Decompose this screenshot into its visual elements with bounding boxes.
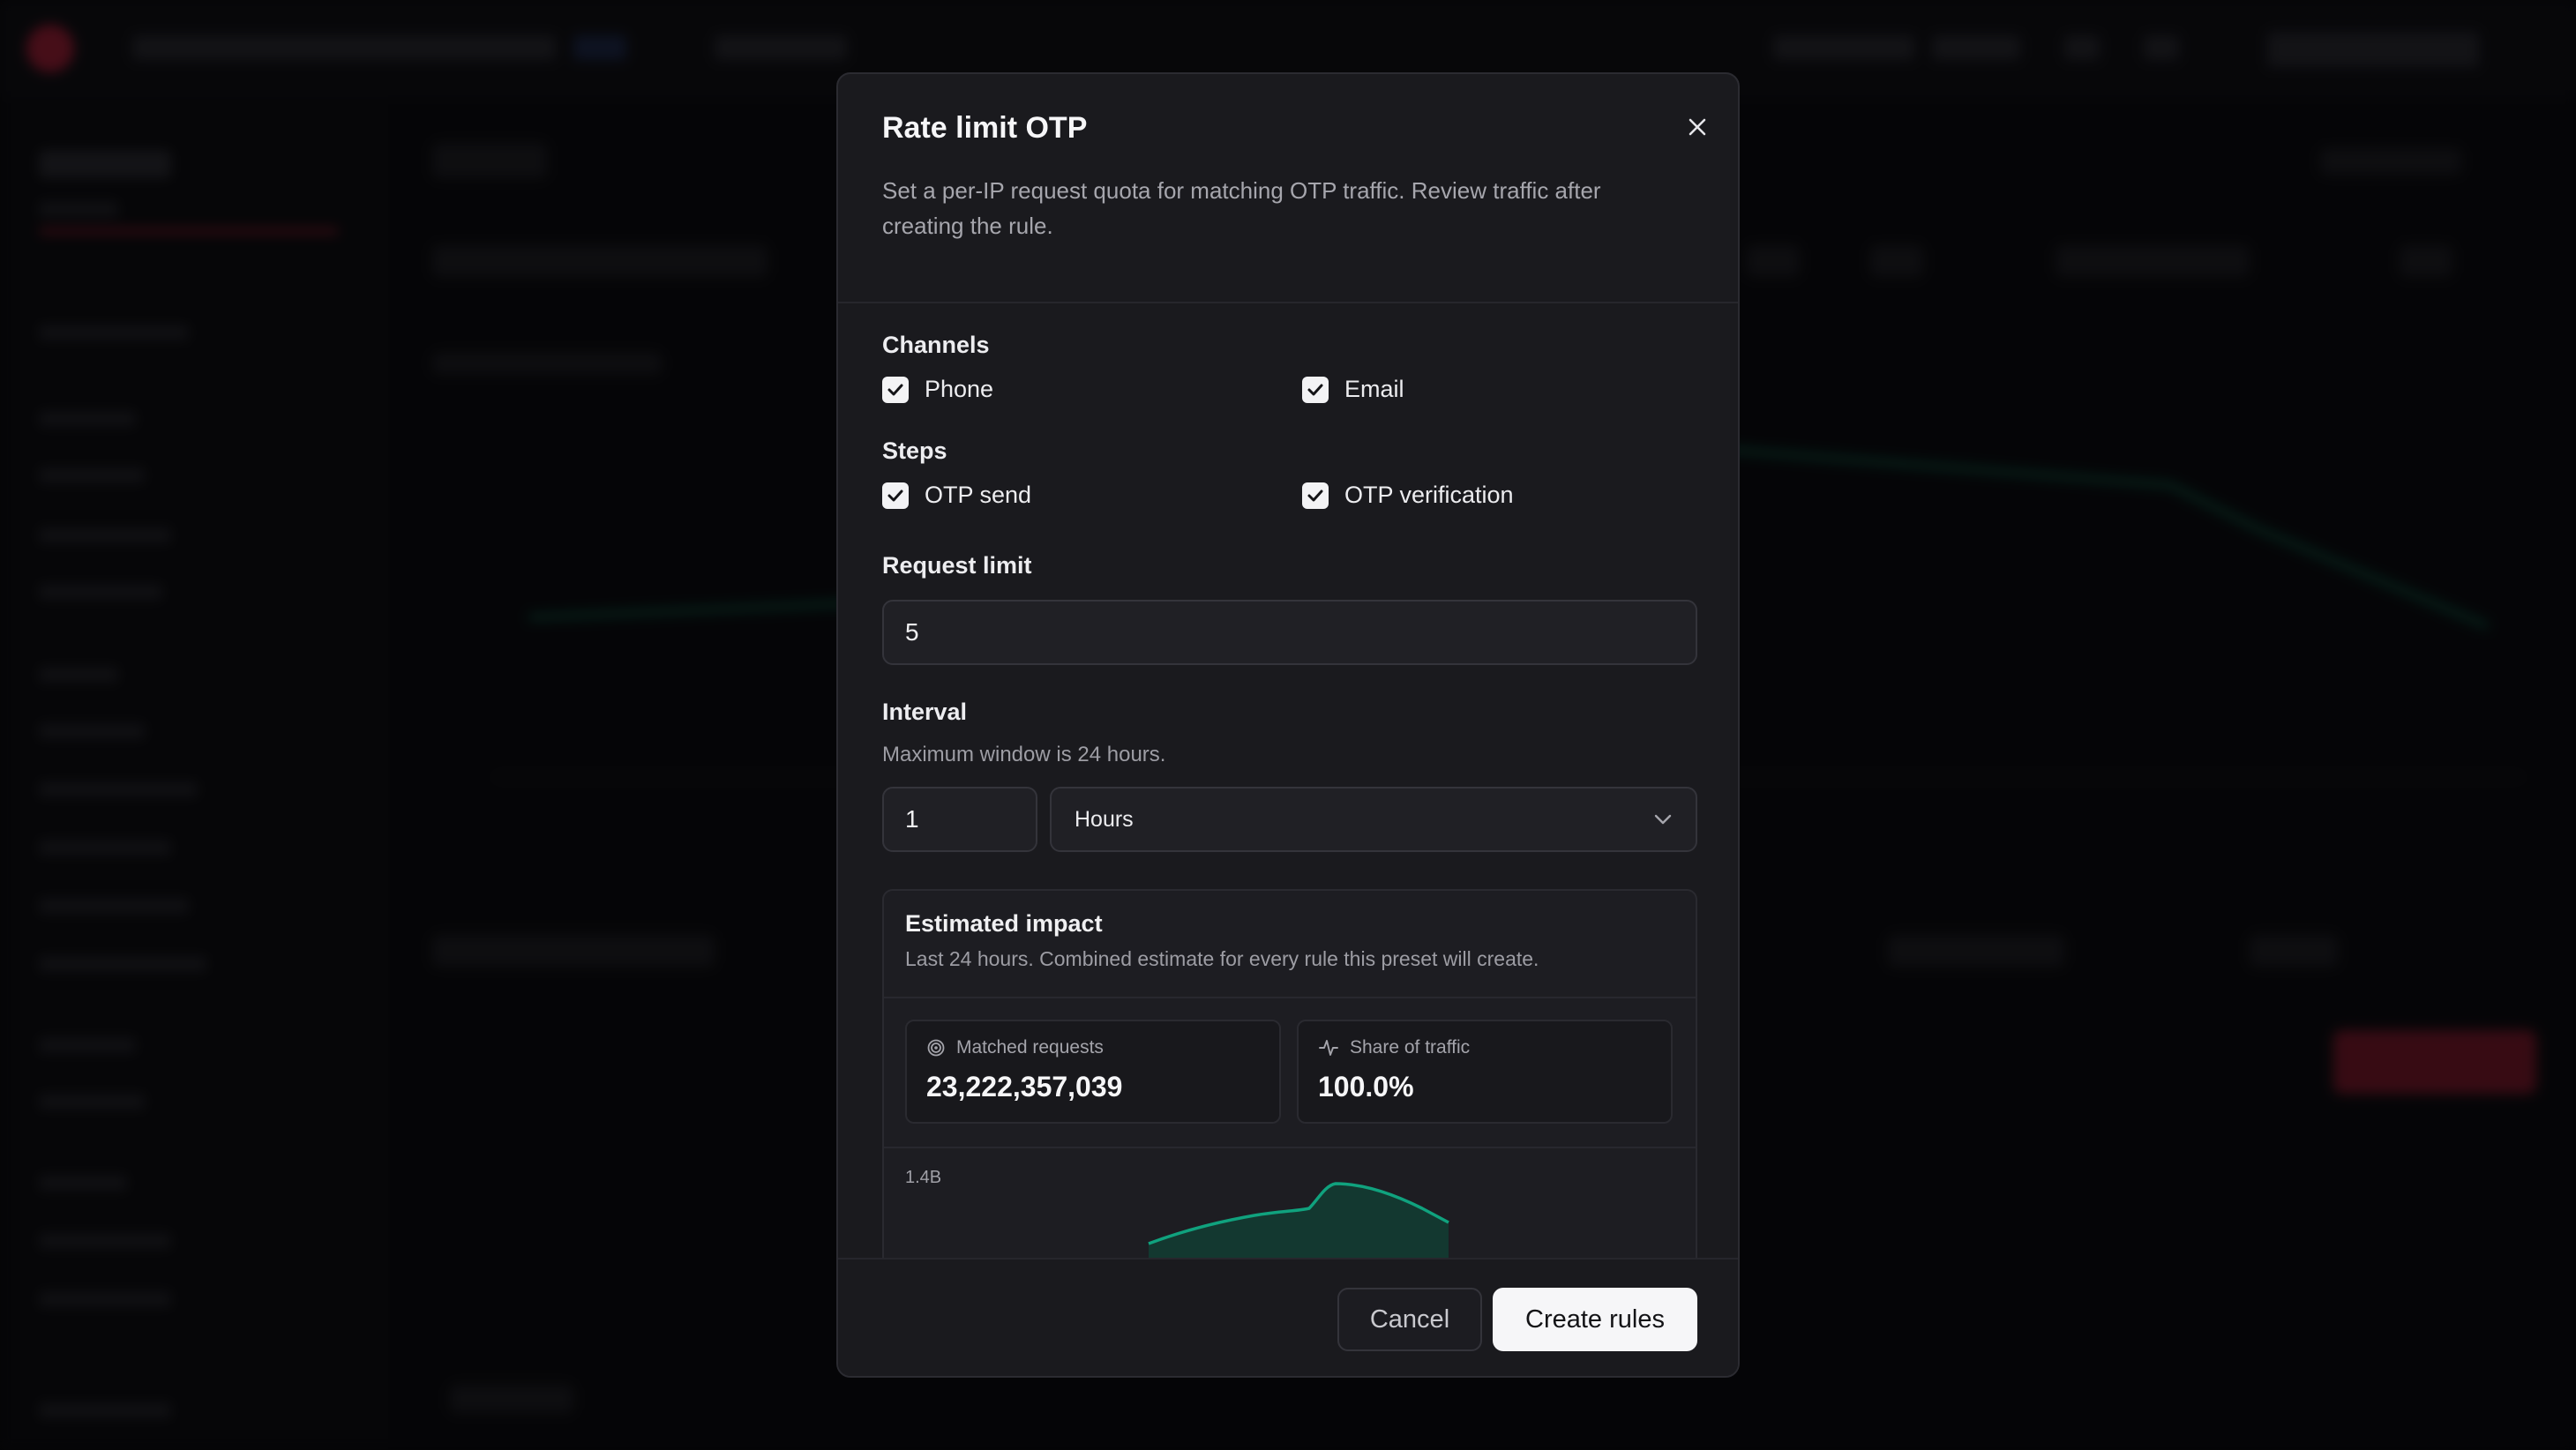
page: Rate limit OTP Set a per-IP request quot… <box>0 0 2576 1450</box>
request-limit-label: Request limit <box>882 552 1032 579</box>
impact-divider <box>884 997 1696 998</box>
target-icon <box>927 1039 945 1057</box>
metric-share-of-traffic: Share of traffic 100.0% <box>1297 1020 1673 1124</box>
metric-share-of-traffic-label: Share of traffic <box>1318 1037 1470 1058</box>
checkbox-checked[interactable] <box>882 376 909 403</box>
metric-matched-requests: Matched requests 23,222,357,039 <box>905 1020 1281 1124</box>
channel-phone-label: Phone <box>925 376 994 402</box>
interval-unit-select[interactable]: Hours <box>1050 787 1697 852</box>
metric-matched-requests-value: 23,222,357,039 <box>926 1071 1123 1102</box>
checkbox-checked[interactable] <box>1302 482 1329 509</box>
activity-icon <box>1319 1040 1338 1056</box>
metric-label-text: Matched requests <box>956 1037 1104 1058</box>
checkbox-checked[interactable] <box>1302 376 1329 403</box>
close-icon <box>1689 118 1706 136</box>
impact-title: Estimated impact <box>905 910 1103 937</box>
channel-email-label: Email <box>1344 376 1404 402</box>
dialog-description: Set a per-IP request quota for matching … <box>882 177 1601 239</box>
interval-label: Interval <box>882 699 968 725</box>
step-otp-verification-label: OTP verification <box>1344 482 1514 508</box>
dialog-header: Rate limit OTP Set a per-IP request quot… <box>838 74 1738 303</box>
channel-phone-checkbox[interactable]: Phone <box>882 376 993 403</box>
check-icon <box>887 384 903 395</box>
check-icon <box>1307 384 1323 395</box>
step-otp-verification-checkbox[interactable]: OTP verification <box>1302 482 1514 509</box>
cancel-button[interactable]: Cancel <box>1337 1288 1482 1351</box>
checkbox-checked[interactable] <box>882 482 909 509</box>
metric-share-of-traffic-value: 100.0% <box>1318 1071 1414 1102</box>
interval-unit-value: Hours <box>1075 806 1134 832</box>
step-otp-send-checkbox[interactable]: OTP send <box>882 482 1031 509</box>
close-button[interactable] <box>1680 109 1715 145</box>
check-icon <box>1307 490 1323 501</box>
impact-subtitle: Last 24 hours. Combined estimate for eve… <box>905 947 1539 970</box>
channel-email-checkbox[interactable]: Email <box>1302 376 1404 403</box>
chart-y-axis-label: 1.4B <box>905 1168 942 1187</box>
channels-label: Channels <box>882 332 990 358</box>
chevron-down-icon <box>1654 814 1672 825</box>
interval-value-input[interactable] <box>882 787 1037 852</box>
interval-hint: Maximum window is 24 hours. <box>882 743 1166 766</box>
metric-matched-requests-label: Matched requests <box>926 1037 1104 1058</box>
check-icon <box>887 490 903 501</box>
create-rules-button[interactable]: Create rules <box>1493 1288 1697 1351</box>
metric-label-text: Share of traffic <box>1350 1037 1471 1058</box>
steps-label: Steps <box>882 437 947 464</box>
request-limit-input[interactable] <box>882 600 1697 665</box>
step-otp-send-label: OTP send <box>925 482 1032 508</box>
dialog-footer: Cancel Create rules <box>838 1258 1738 1376</box>
dialog-title: Rate limit OTP <box>882 111 1088 145</box>
rate-limit-otp-dialog: Rate limit OTP Set a per-IP request quot… <box>836 72 1740 1378</box>
